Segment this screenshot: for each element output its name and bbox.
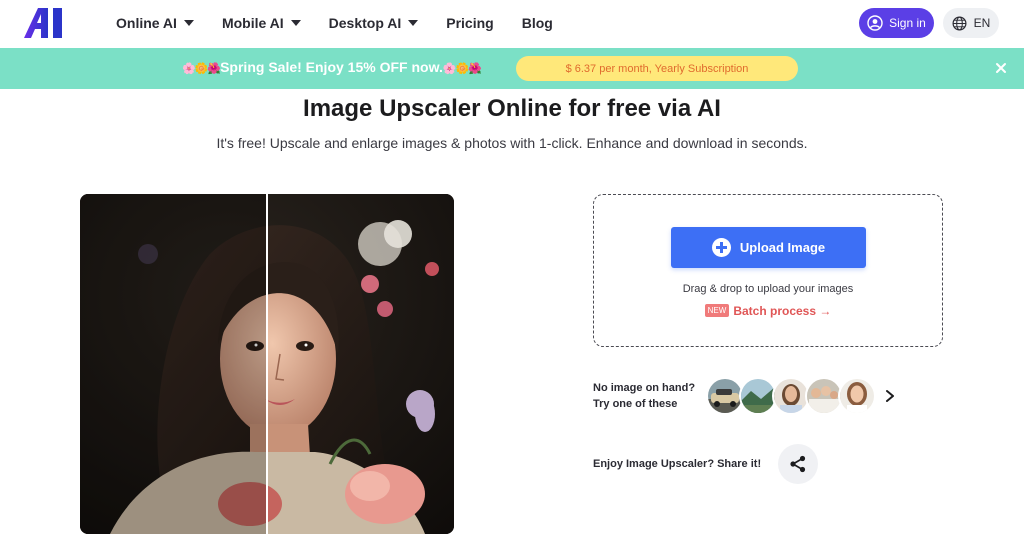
batch-process-label: Batch process →	[733, 304, 832, 318]
compare-divider-handle[interactable]	[266, 194, 268, 534]
language-selector[interactable]: EN	[943, 8, 999, 38]
sample-images-prompt: No image on hand? Try one of these	[593, 380, 695, 412]
nav-online-ai[interactable]: Online AI	[116, 15, 194, 31]
nav-label: Online AI	[116, 15, 177, 31]
nav-label: Blog	[521, 15, 553, 31]
globe-icon	[952, 16, 967, 30]
flower-emoji: 🌸🌼🌺	[182, 63, 221, 75]
nav-pricing[interactable]: Pricing	[446, 15, 493, 31]
nav-label: Desktop AI	[328, 15, 402, 31]
before-after-image[interactable]	[80, 194, 454, 534]
logo-icon[interactable]	[24, 8, 68, 38]
batch-process-link[interactable]: NEW Batch process →	[594, 304, 942, 318]
main-nav: Online AI Mobile AI Desktop AI Pricing B…	[116, 0, 581, 46]
chevron-down-icon	[183, 20, 194, 26]
share-button[interactable]	[778, 444, 818, 484]
sample-prompt-line1: No image on hand?	[593, 382, 696, 394]
chevron-down-icon	[408, 20, 419, 26]
nav-label: Pricing	[446, 15, 494, 31]
upload-button-label: Upload Image	[739, 240, 826, 255]
share-prompt: Enjoy Image Upscaler? Share it!	[593, 458, 762, 470]
promo-banner: 🌸🌼🌺Spring Sale! Enjoy 15% OFF now.🌸🌼🌺 $ …	[0, 48, 1024, 89]
chevron-down-icon	[290, 20, 301, 26]
page-title: Image Upscaler Online for free via AI	[303, 95, 721, 122]
user-circle-icon	[867, 15, 883, 31]
page-subtitle: It's free! Upscale and enlarge images & …	[216, 135, 808, 151]
nav-mobile-ai[interactable]: Mobile AI	[222, 15, 301, 31]
sign-in-button[interactable]: Sign in	[859, 8, 934, 38]
promo-text: 🌸🌼🌺Spring Sale! Enjoy 15% OFF now.🌸🌼🌺	[182, 59, 482, 75]
close-icon[interactable]	[994, 61, 1008, 75]
drag-drop-hint: Drag & drop to upload your images	[682, 283, 854, 295]
promo-message: Spring Sale! Enjoy 15% OFF now.	[220, 59, 443, 75]
flower-emoji: 🌸🌼🌺	[442, 63, 482, 75]
language-label: EN	[973, 16, 991, 30]
nav-desktop-ai[interactable]: Desktop AI	[329, 15, 419, 31]
chevron-right-icon[interactable]	[885, 389, 895, 403]
nav-label: Mobile AI	[221, 15, 284, 31]
top-navigation-bar: Online AI Mobile AI Desktop AI Pricing B…	[0, 0, 1024, 48]
share-icon	[790, 455, 806, 473]
sample-thumbnail-portrait[interactable]	[838, 377, 876, 415]
plus-icon	[711, 238, 731, 257]
sample-prompt-line2: Try one of these	[593, 398, 678, 410]
nav-blog[interactable]: Blog	[522, 15, 553, 31]
sign-in-label: Sign in	[889, 16, 926, 30]
new-badge: NEW	[704, 304, 730, 317]
yearly-offer-button[interactable]: $ 6.37 per month, Yearly Subscription	[516, 56, 798, 81]
upload-image-button[interactable]: Upload Image	[671, 227, 866, 268]
upload-dropzone[interactable]: Upload Image Drag & drop to upload your …	[593, 194, 943, 347]
